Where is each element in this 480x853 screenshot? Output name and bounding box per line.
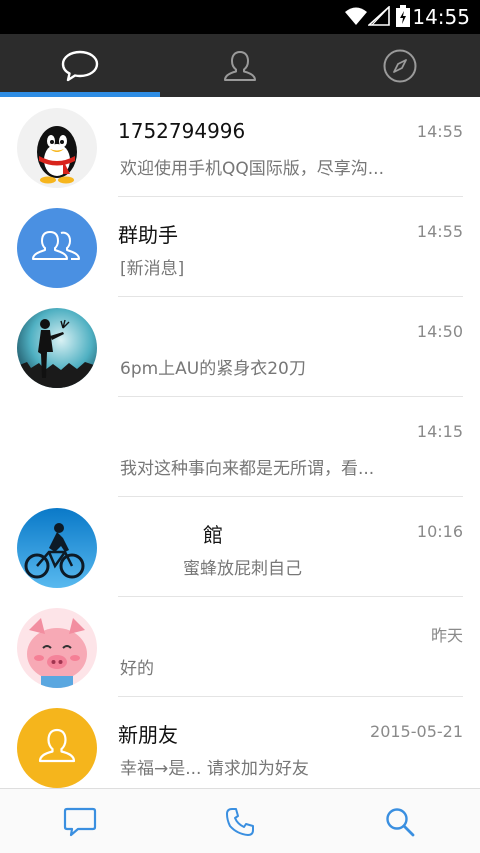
conversation-item[interactable]: 14:50 6pm上AU的紧身衣20刀 [0, 297, 480, 397]
tab-messages[interactable] [0, 34, 160, 97]
conversation-name: 新朋友 [118, 723, 178, 747]
conversation-time: 14:55 [416, 222, 463, 241]
conversation-time: 10:16 [416, 522, 463, 541]
avatar [17, 108, 97, 188]
tab-contacts[interactable] [160, 34, 320, 97]
conversation-preview: 我对这种事向来都是无所谓，看... [120, 459, 375, 479]
group-helper-avatar [17, 208, 97, 288]
avatar [17, 608, 97, 688]
chat-bubble-icon [61, 50, 99, 82]
compass-icon [382, 48, 418, 84]
contacts-icon [222, 49, 258, 83]
phone-icon [224, 806, 256, 838]
call-button[interactable] [160, 789, 320, 853]
conversation-time: 14:15 [416, 422, 463, 441]
signal-icon [366, 5, 390, 30]
conversation-preview: 蜜蜂放屁刺自己 [183, 559, 302, 579]
conversation-preview: 幸福→是... 请求加为好友 [120, 759, 309, 779]
conversation-item[interactable]: 14:15 我对这种事向来都是无所谓，看... [0, 397, 480, 497]
wifi-icon [344, 6, 368, 30]
conversation-item[interactable]: 群助手 14:55 [新消息] [0, 197, 480, 297]
conversation-time: 14:50 [416, 322, 463, 341]
avatar [17, 308, 97, 388]
status-time: 14:55 [412, 5, 470, 29]
search-icon [384, 806, 416, 838]
conversation-time: 昨天 [430, 626, 463, 645]
message-icon [63, 806, 97, 838]
status-bar: 14:55 [0, 0, 480, 34]
bottom-nav [0, 788, 480, 853]
battery-charging-icon [396, 5, 410, 31]
avatar [17, 408, 97, 488]
new-friend-avatar [17, 708, 97, 788]
conversation-item[interactable]: 新朋友 2015-05-21 幸福→是... 请求加为好友 [0, 697, 480, 797]
search-button[interactable] [320, 789, 480, 853]
conversation-item[interactable]: 1752794996 14:55 欢迎使用手机QQ国际版，尽享沟... [0, 97, 480, 197]
avatar [17, 508, 97, 588]
conversation-preview: 好的 [120, 659, 154, 679]
tab-discover[interactable] [320, 34, 480, 97]
conversation-preview: 6pm上AU的紧身衣20刀 [120, 359, 306, 379]
conversation-preview: [新消息] [120, 259, 185, 279]
top-tab-bar [0, 34, 480, 97]
messages-button[interactable] [0, 789, 160, 853]
conversation-preview: 欢迎使用手机QQ国际版，尽享沟... [120, 159, 384, 179]
conversation-item[interactable]: 館 10:16 蜜蜂放屁刺自己 [0, 497, 480, 597]
conversation-time: 14:55 [416, 122, 463, 141]
conversation-name: 群助手 [118, 223, 178, 247]
conversation-item[interactable]: 昨天 好的 [0, 597, 480, 697]
conversation-time: 2015-05-21 [370, 722, 463, 741]
conversation-name: 1752794996 [118, 119, 246, 143]
conversation-list: 1752794996 14:55 欢迎使用手机QQ国际版，尽享沟... 群助手 … [0, 97, 480, 797]
conversation-name: 館 [203, 523, 223, 547]
